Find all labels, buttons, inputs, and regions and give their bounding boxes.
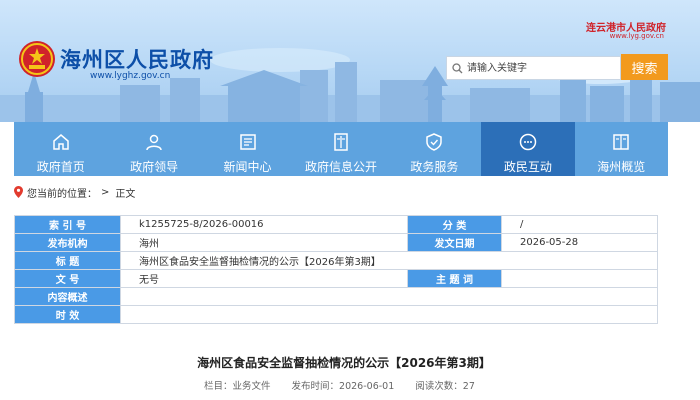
nav-item-home[interactable]: 政府首页 <box>14 122 107 176</box>
main-nav: 政府首页 政府领导 新闻中心 政府信息公开 政务服务 政民互动 海州概览 <box>14 122 668 176</box>
validity-value <box>120 305 658 324</box>
article-read-count: 阅读次数：27 <box>415 381 475 392</box>
nav-item-label: 政民互动 <box>503 160 552 174</box>
table-row: 内容概述 <box>14 287 658 306</box>
table-row: 文 号 无号 主 题 词 <box>14 269 658 288</box>
keywords-label: 主 题 词 <box>407 269 502 288</box>
breadcrumb-current[interactable]: 正文 <box>115 185 135 200</box>
nav-item-label: 政府领导 <box>130 160 179 174</box>
site-header: 海州区人民政府 www.lyghz.gov.cn 连云港市人民政府 www.ly… <box>0 0 700 122</box>
index-number-label: 索 引 号 <box>14 215 121 234</box>
article-publish-time: 发布时间：2026-06-01 <box>291 381 395 392</box>
breadcrumb-separator: > <box>101 186 110 198</box>
home-icon <box>52 134 69 150</box>
index-number-value: k1255725-8/2026-00016 <box>120 215 408 234</box>
publisher-value: 海州 <box>120 233 408 252</box>
document-icon <box>334 133 348 151</box>
document-number-label: 文 号 <box>14 269 121 288</box>
title-value: 海州区食品安全监督抽检情况的公示【2026年第3期】 <box>120 251 658 270</box>
nav-item-interaction[interactable]: 政民互动 <box>481 122 575 176</box>
shield-icon <box>426 133 443 151</box>
category-value: / <box>501 215 658 234</box>
issue-date-value: 2026-05-28 <box>501 233 658 252</box>
search-button[interactable]: 搜索 <box>621 54 668 80</box>
document-info-table: 索 引 号 k1255725-8/2026-00016 分 类 / 发布机构 海… <box>14 215 658 324</box>
article-column: 栏目：业务文件 <box>204 381 271 392</box>
nav-item-label: 海州概览 <box>597 160 646 174</box>
city-government-url[interactable]: www.lyg.gov.cn <box>610 32 664 40</box>
search-input[interactable] <box>467 58 620 78</box>
search-box <box>446 56 621 80</box>
nav-item-label: 政府首页 <box>36 160 85 174</box>
article-meta: 栏目：业务文件 发布时间：2026-06-01 阅读次数：27 <box>204 378 604 392</box>
validity-label: 时 效 <box>14 305 121 324</box>
table-row: 时 效 <box>14 305 658 324</box>
title-label: 标 题 <box>14 251 121 270</box>
keywords-value <box>501 269 658 288</box>
nav-item-label: 政府信息公开 <box>304 160 377 174</box>
nav-item-news[interactable]: 新闻中心 <box>201 122 294 176</box>
summary-label: 内容概述 <box>14 287 121 306</box>
national-emblem-icon <box>19 41 55 77</box>
table-row: 索 引 号 k1255725-8/2026-00016 分 类 / <box>14 215 658 234</box>
news-icon <box>239 134 256 150</box>
document-number-value: 无号 <box>120 269 408 288</box>
table-row: 发布机构 海州 发文日期 2026-05-28 <box>14 233 658 252</box>
category-label: 分 类 <box>407 215 502 234</box>
breadcrumb: 您当前的位置： > 正文 <box>14 185 135 200</box>
book-icon <box>613 134 629 150</box>
person-icon <box>146 134 162 151</box>
search-icon <box>447 57 467 79</box>
summary-value <box>120 287 658 306</box>
nav-item-overview[interactable]: 海州概览 <box>575 122 668 176</box>
nav-item-label: 新闻中心 <box>223 160 272 174</box>
nav-item-services[interactable]: 政务服务 <box>388 122 481 176</box>
article-title: 海州区食品安全监督抽检情况的公示【2026年第3期】 <box>197 356 491 370</box>
location-pin-icon <box>14 186 23 198</box>
site-url: www.lyghz.gov.cn <box>90 71 171 81</box>
nav-item-leaders[interactable]: 政府领导 <box>107 122 200 176</box>
site-title: 海州区人民政府 <box>60 48 214 72</box>
table-row: 标 题 海州区食品安全监督抽检情况的公示【2026年第3期】 <box>14 251 658 270</box>
nav-item-label: 政务服务 <box>410 160 459 174</box>
nav-item-info-disclosure[interactable]: 政府信息公开 <box>294 122 387 176</box>
breadcrumb-prefix: 您当前的位置： <box>27 188 97 200</box>
chat-icon <box>519 133 537 151</box>
publisher-label: 发布机构 <box>14 233 121 252</box>
issue-date-label: 发文日期 <box>407 233 502 252</box>
page: 海州区人民政府 www.lyghz.gov.cn 连云港市人民政府 www.ly… <box>0 0 700 400</box>
